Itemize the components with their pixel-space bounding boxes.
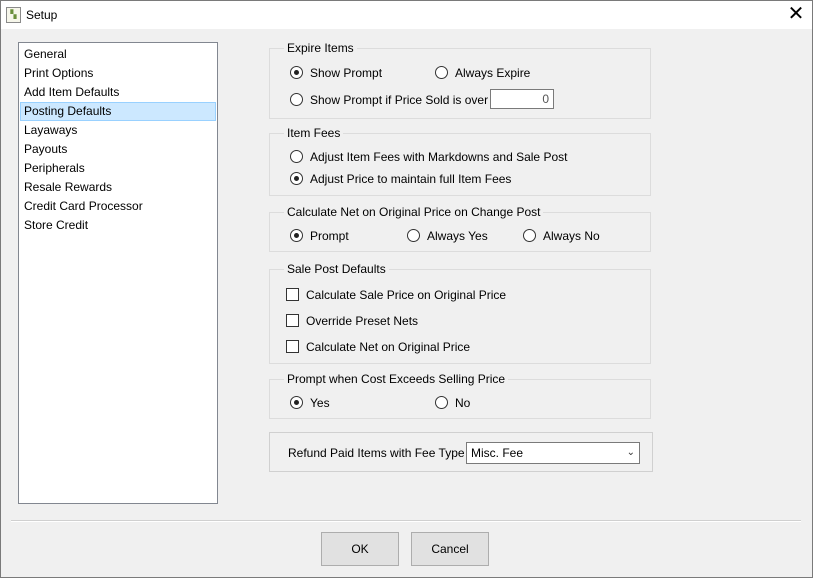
radio-indicator (290, 93, 303, 106)
nav-item-posting-defaults[interactable]: Posting Defaults (20, 102, 216, 121)
always-expire-label: Always Expire (455, 66, 531, 80)
radio-indicator (290, 229, 303, 242)
cost-exceeds-group: Prompt when Cost Exceeds Selling Price Y… (269, 372, 651, 419)
cancel-button[interactable]: Cancel (411, 532, 489, 566)
nav-item-resale-rewards[interactable]: Resale Rewards (20, 178, 216, 197)
nav-item-layaways[interactable]: Layaways (20, 121, 216, 140)
nav-item-print-options[interactable]: Print Options (20, 64, 216, 83)
yes-label: Yes (310, 396, 330, 410)
sale-post-defaults-title: Sale Post Defaults (284, 262, 389, 276)
refund-fee-type-label: Refund Paid Items with Fee Type (288, 446, 465, 460)
footer-divider (11, 520, 801, 522)
item-fees-group: Item Fees Adjust Item Fees with Markdown… (269, 126, 651, 196)
adjust-price-label: Adjust Price to maintain full Item Fees (310, 172, 512, 186)
adjust-item-fees-label: Adjust Item Fees with Markdowns and Sale… (310, 150, 568, 164)
radio-indicator (290, 150, 303, 163)
prompt-label: Prompt (310, 229, 349, 243)
calc-net-original-label: Calculate Net on Original Price (306, 340, 471, 354)
close-button[interactable]: ✕ (781, 3, 811, 27)
cost-exceeds-title: Prompt when Cost Exceeds Selling Price (284, 372, 509, 386)
title-bar: ▚ Setup ✕ (1, 1, 812, 29)
nav-item-add-item-defaults[interactable]: Add Item Defaults (20, 83, 216, 102)
radio-indicator (435, 396, 448, 409)
nav-item-peripherals[interactable]: Peripherals (20, 159, 216, 178)
always-no-label: Always No (543, 229, 600, 243)
expire-items-group: Expire Items Show Prompt Always Expire S… (269, 41, 651, 119)
show-prompt-if-price-label: Show Prompt if Price Sold is over (310, 93, 489, 107)
radio-indicator (523, 229, 536, 242)
setup-dialog: ▚ Setup ✕ General Print Options Add Item… (0, 0, 813, 578)
nav-item-payouts[interactable]: Payouts (20, 140, 216, 159)
price-threshold-input[interactable]: 0 (490, 89, 554, 109)
ok-button[interactable]: OK (321, 532, 399, 566)
no-label: No (455, 396, 471, 410)
item-fees-title: Item Fees (284, 126, 344, 140)
nav-item-general[interactable]: General (20, 45, 216, 64)
radio-indicator (435, 66, 448, 79)
calc-sale-price-label: Calculate Sale Price on Original Price (306, 288, 507, 302)
chevron-down-icon: ⌄ (626, 447, 635, 458)
checkbox-indicator (286, 314, 299, 327)
override-preset-nets-label: Override Preset Nets (306, 314, 419, 328)
radio-indicator (407, 229, 420, 242)
checkbox-indicator (286, 340, 299, 353)
settings-category-list[interactable]: General Print Options Add Item Defaults … (18, 42, 218, 504)
radio-indicator (290, 396, 303, 409)
show-prompt-label: Show Prompt (310, 66, 383, 80)
checkbox-indicator (286, 288, 299, 301)
setup-app-icon: ▚ (6, 7, 21, 23)
expire-items-title: Expire Items (284, 41, 357, 55)
refund-fee-type-value: Misc. Fee (471, 446, 524, 460)
close-icon: ✕ (787, 3, 805, 25)
nav-item-credit-card-processor[interactable]: Credit Card Processor (20, 197, 216, 216)
calculate-net-title: Calculate Net on Original Price on Chang… (284, 205, 544, 219)
radio-indicator (290, 66, 303, 79)
always-yes-label: Always Yes (427, 229, 488, 243)
refund-fee-type-select[interactable]: Misc. Fee ⌄ (466, 442, 640, 464)
nav-item-store-credit[interactable]: Store Credit (20, 216, 216, 235)
sale-post-defaults-group: Sale Post Defaults Calculate Sale Price … (269, 262, 651, 364)
calculate-net-group: Calculate Net on Original Price on Chang… (269, 205, 651, 252)
window-title: Setup (26, 8, 58, 22)
refund-fee-type-panel: Refund Paid Items with Fee Type Misc. Fe… (269, 432, 653, 472)
radio-indicator (290, 172, 303, 185)
